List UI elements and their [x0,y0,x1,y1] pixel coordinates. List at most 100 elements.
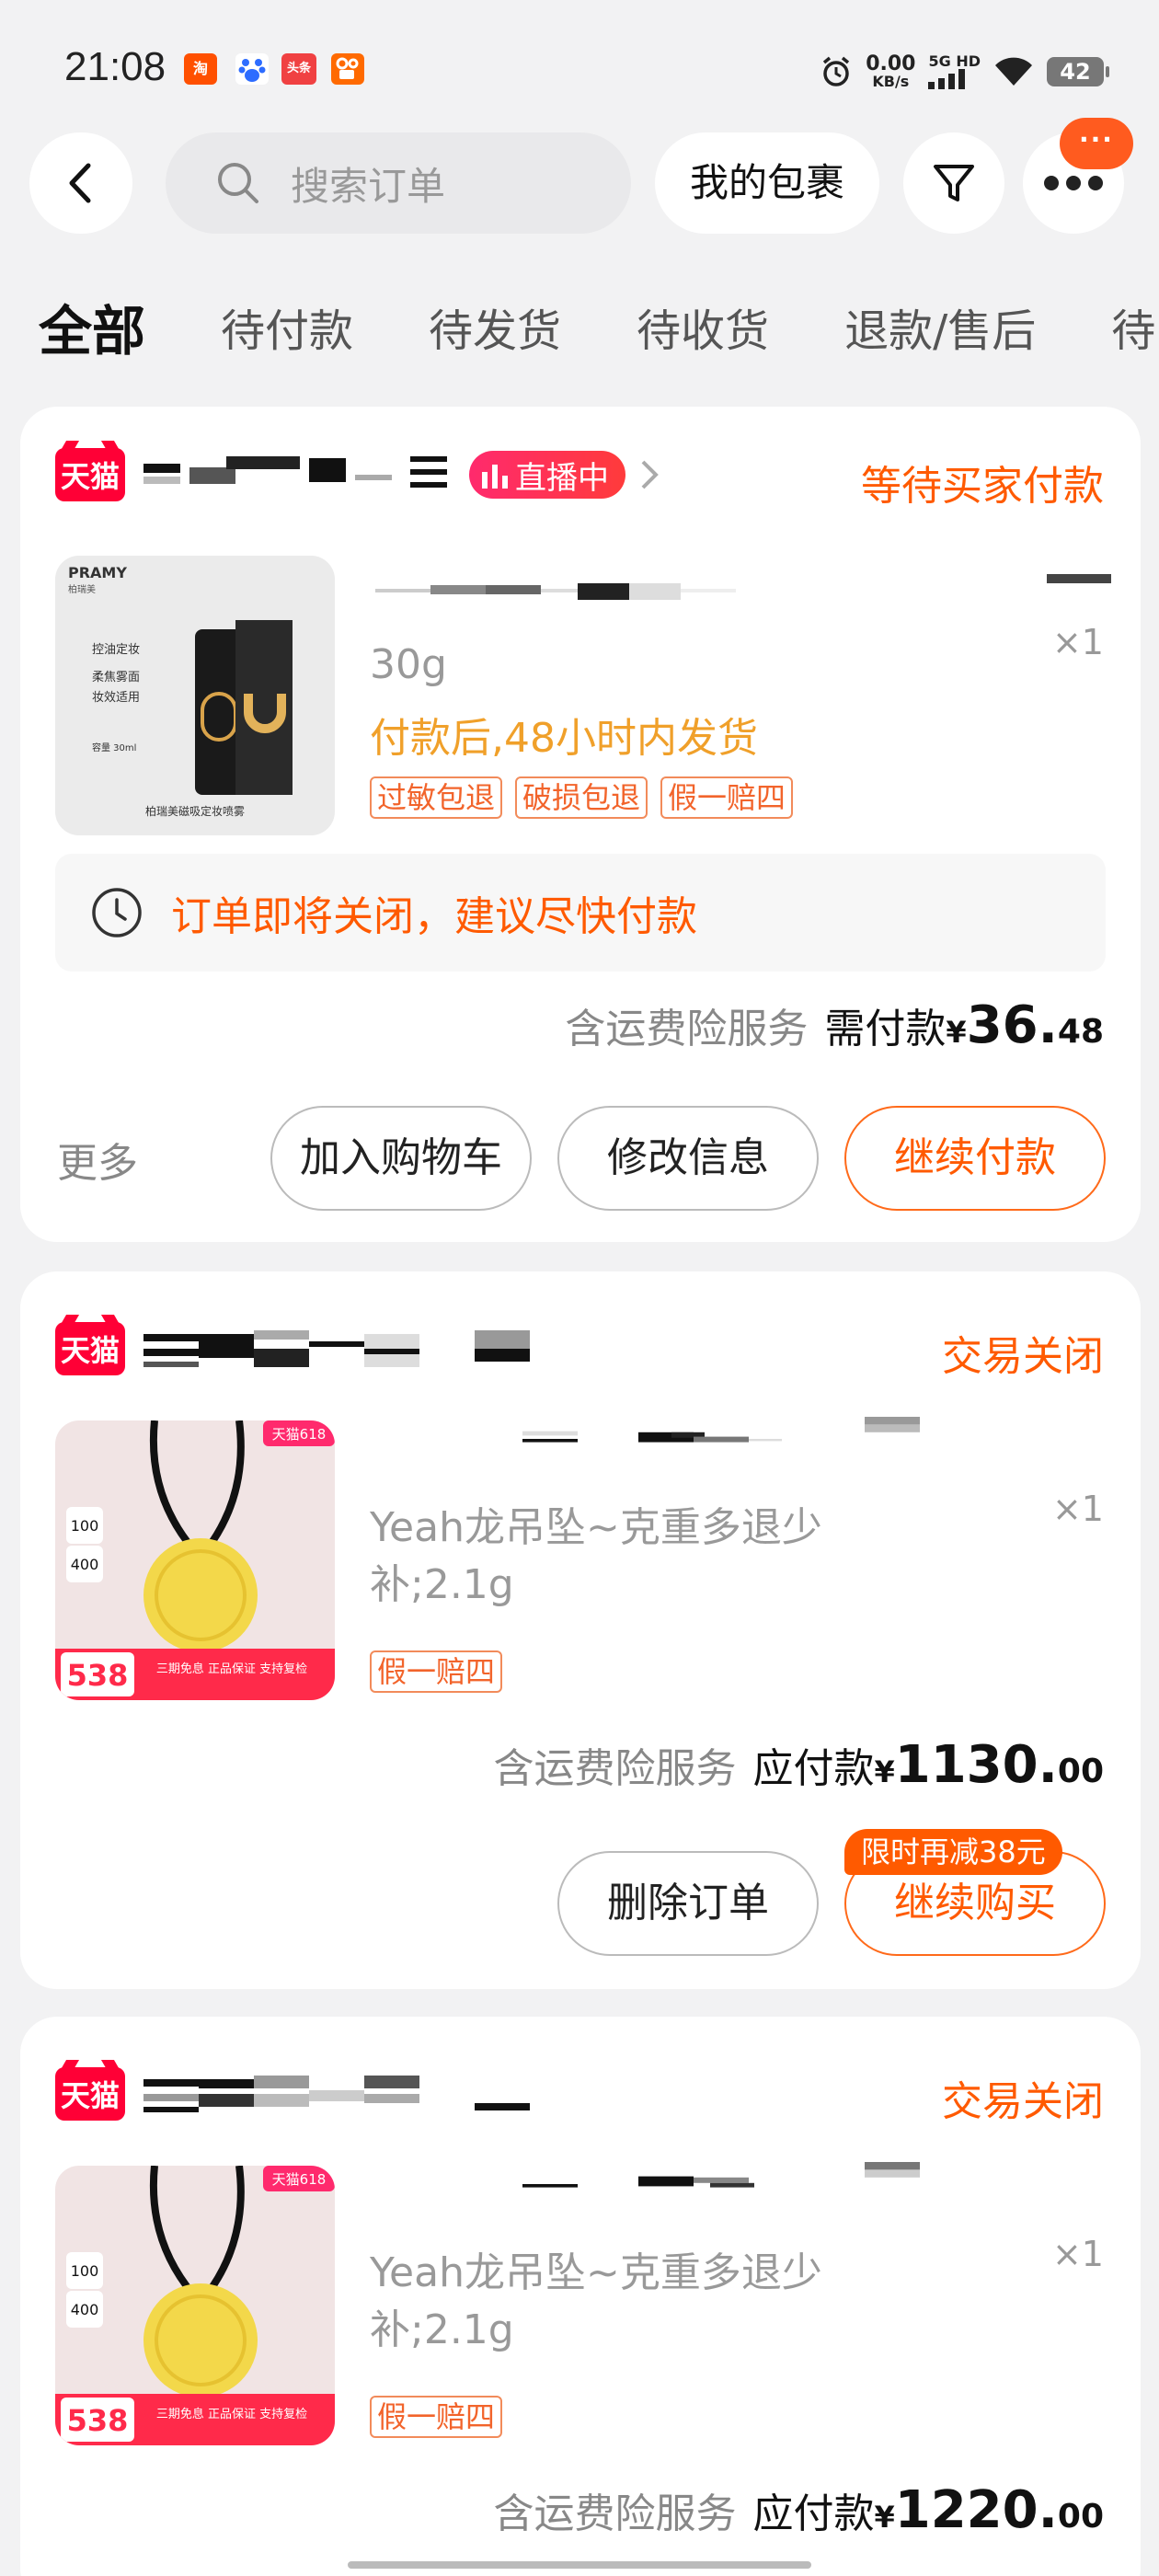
tab-pending-receipt[interactable]: 待收货 [637,294,769,368]
price-decimal: 00 [1057,2498,1104,2536]
tab-all[interactable]: 全部 [39,294,145,368]
redacted-product-title [375,574,1111,600]
product-thumbnail[interactable]: 天猫618 100 400 538 三期免息 正品保证 支持复检 [55,2166,335,2445]
service-tags: 假一赔四 [370,1650,503,1693]
baidu-icon [235,53,269,85]
promo-badge: 限时再减38元 [844,1829,1062,1875]
redacted-product-title [522,1417,920,1443]
service-tags: 过敏包退 破损包退 假一赔四 [370,776,794,819]
product-thumbnail[interactable]: PRAMY 柏瑞美 控油定妆 柔焦雾面 妆效适用 容量 30ml 柏瑞美磁吸定妆… [55,556,335,835]
more-dot-icon [1066,176,1081,190]
search-input[interactable]: 搜索订单 [166,132,631,234]
order-card: 天猫 交易关闭 天猫618 100 400 538 三期免息 正品保证 支持复检 [20,1271,1141,1989]
order-tabs: 全部 待付款 待发货 待收货 退款/售后 待 [39,294,1159,368]
service-tag: 假一赔四 [370,1650,503,1693]
closing-notice: 订单即将关闭，建议尽快付款 [55,854,1106,972]
product-image: 天猫618 100 400 538 三期免息 正品保证 支持复检 [55,2166,335,2445]
battery-icon: 42 [1047,57,1109,86]
amount-label: 应付款 [752,2490,875,2537]
order-card: 天猫 直播中 等待买家付款 PRAMY 柏瑞美 控油定妆 柔焦雾面 妆效适用 容… [20,407,1141,1242]
price-integer: 1220. [894,2480,1058,2540]
shop-row[interactable]: 天猫 [55,2066,530,2122]
search-icon [218,163,258,203]
svg-text:三期免息 正品保证 支持复检: 三期免息 正品保证 支持复检 [156,2407,307,2421]
redacted-product-title [522,2162,920,2188]
tab-more-partial[interactable]: 待 [1111,294,1155,368]
redacted-shop-name [143,456,447,488]
order-status: 等待买家付款 [861,463,1104,510]
add-to-cart-button[interactable]: 加入购物车 [270,1106,532,1211]
product-spec: Yeah龙吊坠~克重多退少补;2.1g [370,1504,822,1608]
svg-text:100: 100 [71,2262,99,2280]
network-type: 5G HD [928,52,981,70]
svg-text:天猫618: 天猫618 [272,2171,327,2188]
more-actions-link[interactable]: 更多 [57,1130,138,1189]
toutiao-icon: 头条 [281,53,316,85]
filter-button[interactable] [903,132,1004,234]
live-bars-icon [482,465,508,489]
net-speed: 0.00 KB/s [866,52,916,90]
product-spec: 30g [370,641,447,688]
price-integer: 1130. [894,1735,1058,1795]
currency-symbol: ¥ [874,2500,895,2535]
insurance-service-label: 含运费险服务 [493,2490,737,2537]
svg-text:妆效适用: 妆效适用 [92,691,140,705]
home-indicator[interactable] [348,2561,811,2569]
wifi-icon [995,57,1032,86]
my-packages-button[interactable]: 我的包裹 [655,132,879,234]
svg-text:容量 30ml: 容量 30ml [92,742,136,753]
insurance-service-label: 含运费险服务 [565,1006,809,1052]
continue-payment-button[interactable]: 继续付款 [844,1106,1106,1211]
order-status: 交易关闭 [942,1333,1104,1380]
order-status: 交易关闭 [942,2078,1104,2125]
shop-row[interactable]: 天猫 [55,1321,530,1376]
price-decimal: 00 [1057,1753,1104,1790]
svg-text:天猫618: 天猫618 [272,1426,327,1443]
notice-text: 订单即将关闭，建议尽快付款 [171,893,697,940]
svg-text:柔焦雾面: 柔焦雾面 [92,671,140,684]
chevron-right-icon [641,460,659,489]
svg-text:柏瑞美磁吸定妆喷雾: 柏瑞美磁吸定妆喷雾 [145,804,245,818]
tmall-badge: 天猫 [55,448,125,501]
svg-text:400: 400 [71,1556,99,1573]
tab-refund[interactable]: 退款/售后 [844,294,1036,368]
product-thumbnail[interactable]: 天猫618 100 400 538 三期免息 正品保证 支持复检 [55,1420,335,1700]
message-badge[interactable]: ··· [1060,118,1133,169]
svg-text:538: 538 [67,1658,129,1693]
svg-text:100: 100 [71,1517,99,1535]
currency-symbol: ¥ [874,1754,895,1789]
service-tag: 破损包退 [515,776,648,819]
clock-icon [92,888,142,937]
price-decimal: 48 [1057,1013,1104,1051]
live-badge[interactable]: 直播中 [469,451,625,499]
delete-order-button[interactable]: 删除订单 [557,1851,819,1956]
amount-label: 应付款 [752,1745,875,1792]
clock: 21:08 [64,44,166,89]
status-bar: 21:08 淘 头条 0.00 KB/s 5G HD 42 [0,0,1159,138]
shipping-note: 付款后,48小时内发货 [370,715,758,762]
price-row: 含运费险服务 应付款 ¥ 1130. 00 [493,1735,1104,1795]
edit-info-button[interactable]: 修改信息 [557,1106,819,1211]
amount-label: 需付款 [824,1006,947,1052]
price-row: 含运费险服务 需付款 ¥ 36. 48 [565,995,1104,1055]
alarm-icon [823,56,850,86]
price-integer: 36. [966,995,1058,1055]
svg-text:PRAMY: PRAMY [68,564,127,581]
shop-row[interactable]: 天猫 直播中 [55,447,660,502]
more-dot-icon [1088,176,1103,190]
insurance-service-label: 含运费险服务 [493,1745,737,1792]
product-quantity: ×1 [1051,2234,1104,2274]
search-placeholder: 搜索订单 [291,163,446,209]
order-card: 天猫 交易关闭 天猫618 100 400 538 三期免息 正品保证 支持复检 [20,2017,1141,2576]
tmall-badge: 天猫 [55,2067,125,2121]
kuaishou-icon [331,53,364,85]
svg-text:控油定妆: 控油定妆 [92,643,140,657]
price-row: 含运费险服务 应付款 ¥ 1220. 00 [493,2480,1104,2540]
signal-icon [928,69,966,89]
more-dot-icon [1044,176,1059,190]
filter-icon [934,165,974,201]
back-button[interactable] [29,132,132,234]
tab-pending-payment[interactable]: 待付款 [221,294,353,368]
tab-pending-shipment[interactable]: 待发货 [429,294,561,368]
svg-text:538: 538 [67,2403,129,2438]
